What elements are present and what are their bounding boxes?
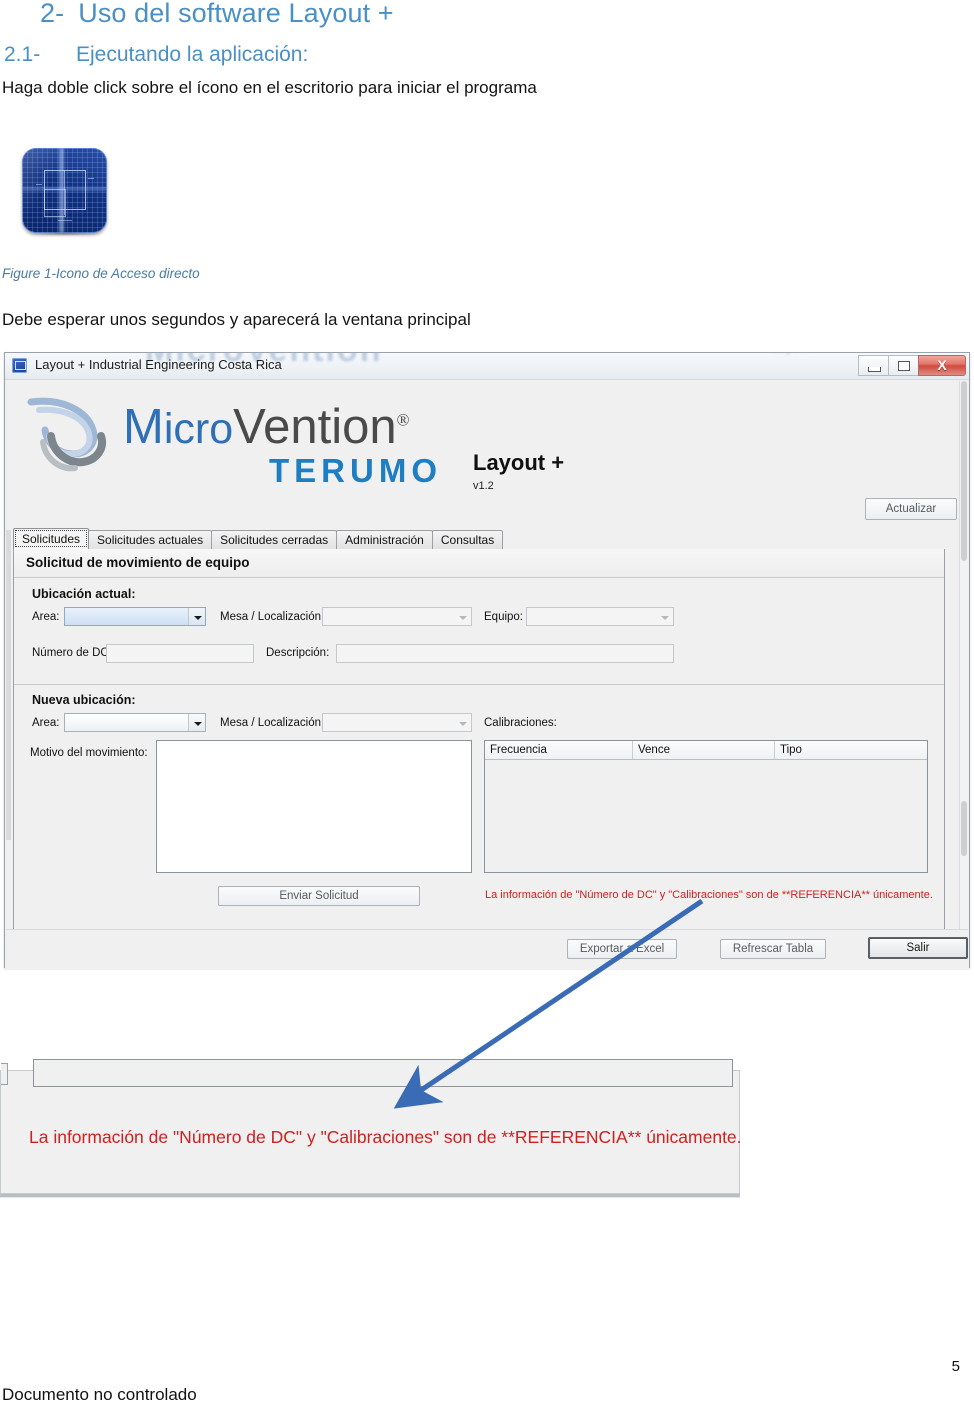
label-area-actual: Area:	[32, 611, 60, 623]
ubicacion-actual-title: Ubicación actual:	[32, 587, 136, 601]
mesa-actual-combobox[interactable]	[322, 607, 472, 626]
panel-header-label: Solicitud de movimiento de equipo	[26, 555, 250, 570]
left-rail	[6, 530, 11, 840]
brand-header: MicroVention® TERUMO Layout + v1.2	[11, 386, 957, 492]
tab-consultas[interactable]: Consultas	[431, 530, 504, 549]
mesa-nueva-combobox[interactable]	[322, 713, 472, 732]
page-number: 5	[951, 1358, 960, 1375]
close-icon: X	[937, 357, 947, 373]
app-window: MicroVention Layout + Layout + Industria…	[4, 352, 970, 969]
document-page: 2- Uso del software Layout + 2.1- Ejecutan…	[0, 0, 974, 1410]
microvention-wordmark: MicroVention®	[123, 403, 410, 453]
icon-drop-shadow	[26, 231, 104, 236]
chevron-down-icon[interactable]	[188, 714, 205, 731]
label-descripcion: Descripción:	[266, 647, 330, 659]
panel-header: Solicitud de movimiento de equipo	[14, 549, 944, 578]
reference-warning-text: La información de "Número de DC" y "Cali…	[485, 889, 933, 901]
icon-tick-bottom	[58, 220, 72, 221]
heading1-number: 2-	[40, 0, 65, 28]
figure-caption: Figure 1-Icono de Acceso directo	[2, 266, 200, 281]
chevron-down-icon[interactable]	[454, 714, 471, 731]
tab-bar: Solicitudes Solicitudes actuales Solicit…	[13, 528, 504, 549]
label-area-nueva: Area:	[32, 717, 60, 729]
section-heading: 2.1- Ejecutando la aplicación:	[4, 43, 308, 67]
brand-micro: icro	[163, 405, 234, 453]
window-titlebar: MicroVention Layout + Layout + Industria…	[5, 353, 969, 380]
motivo-textarea[interactable]	[156, 740, 472, 873]
microvention-logo-icon	[27, 397, 106, 472]
salir-button[interactable]: Salir	[868, 937, 968, 959]
document-footer: Documento no controlado	[2, 1385, 197, 1404]
column-tipo[interactable]: Tipo	[775, 741, 927, 759]
tab-solicitudes-actuales[interactable]: Solicitudes actuales	[88, 530, 213, 549]
solicitudes-panel: Solicitud de movimiento de equipo Ubicac…	[13, 549, 945, 932]
nueva-ubicacion-title: Nueva ubicación:	[32, 693, 136, 707]
refrescar-tabla-button[interactable]: Refrescar Tabla	[720, 939, 826, 959]
descripcion-input[interactable]	[336, 644, 674, 663]
minimize-button[interactable]	[858, 355, 888, 376]
area-nueva-combobox[interactable]	[64, 713, 206, 732]
ghost-app-text: Layout +	[770, 353, 824, 355]
callout-warning-text: La información de "Número de DC" y "Cali…	[29, 1127, 742, 1147]
heading2-text: Ejecutando la aplicación:	[76, 43, 309, 66]
registered-trademark-icon: ®	[396, 410, 410, 430]
brand-letter-m: M	[123, 400, 164, 454]
exportar-excel-button[interactable]: Exportar a Excel	[567, 939, 677, 959]
window-title: Layout + Industrial Engineering Costa Ri…	[35, 357, 282, 372]
paragraph-wait: Debe esperar unos segundos y aparecerá l…	[2, 310, 471, 329]
window-body: MicroVention® TERUMO Layout + v1.2 Actua…	[5, 380, 969, 969]
icon-tick-left	[36, 184, 42, 185]
calibraciones-table[interactable]: Frecuencia Vence Tipo	[484, 740, 928, 873]
label-calibraciones: Calibraciones:	[484, 717, 557, 729]
callout-bottom-border-light	[0, 1197, 740, 1198]
paragraph-intro: Haga doble click sobre el ícono en el es…	[2, 78, 537, 97]
numero-dc-input[interactable]	[106, 644, 254, 663]
page-title: 2- Uso del software Layout +	[40, 0, 394, 29]
group-ubicacion-actual: Ubicación actual: Area: Mesa / Localizac…	[14, 578, 944, 685]
enviar-solicitud-button[interactable]: Enviar Solicitud	[218, 886, 420, 906]
scrollbar-thumb-upper[interactable]	[961, 381, 967, 561]
tab-solicitudes[interactable]: Solicitudes	[13, 528, 90, 549]
window-app-icon	[12, 358, 27, 373]
callout-top-field-edge	[33, 1059, 733, 1087]
label-numero-dc: Número de DC:	[32, 647, 112, 659]
icon-blueprint-rect-inner	[44, 189, 66, 217]
maximize-button[interactable]	[888, 355, 918, 376]
tab-solicitudes-cerradas[interactable]: Solicitudes cerradas	[211, 530, 338, 549]
heading2-number: 2.1-	[4, 43, 41, 66]
close-button[interactable]: X	[918, 355, 966, 376]
window-controls: X	[858, 355, 966, 376]
callout-left-edge-stub	[1, 1063, 8, 1085]
brand-vention: Vention	[233, 400, 397, 454]
area-actual-combobox[interactable]	[64, 607, 206, 626]
scrollbar-thumb-lower[interactable]	[961, 801, 967, 856]
group-nueva-ubicacion: Nueva ubicación: Area: Mesa / Localizaci…	[14, 685, 944, 906]
zoom-callout-panel: La información de "Número de DC" y "Cali…	[0, 1059, 742, 1194]
terumo-wordmark: TERUMO	[269, 452, 442, 489]
actualizar-button[interactable]: Actualizar	[865, 498, 957, 520]
chevron-down-icon[interactable]	[454, 608, 471, 625]
heading1-text: Uso del software Layout +	[78, 0, 394, 28]
icon-blueprint-divider	[64, 170, 65, 215]
tab-administracion[interactable]: Administración	[336, 530, 433, 549]
app-version-label: v1.2	[473, 480, 494, 492]
label-mesa-nueva: Mesa / Localización:	[220, 717, 325, 729]
chevron-down-icon[interactable]	[188, 608, 205, 625]
window-vertical-scrollbar[interactable]	[959, 381, 968, 929]
label-mesa-actual: Mesa / Localización:	[220, 611, 325, 623]
equipo-combobox[interactable]	[526, 607, 674, 626]
app-name-label: Layout +	[473, 450, 565, 475]
layout-plus-shortcut-icon	[22, 148, 107, 233]
label-equipo: Equipo:	[484, 611, 524, 623]
chevron-down-icon[interactable]	[656, 608, 673, 625]
column-vence[interactable]: Vence	[633, 741, 775, 759]
icon-tick-right	[88, 178, 94, 179]
window-footer-bar: Exportar a Excel Refrescar Tabla Salir	[6, 929, 968, 968]
column-frecuencia[interactable]: Frecuencia	[485, 741, 633, 759]
label-motivo: Motivo del movimiento:	[30, 747, 148, 759]
calibraciones-table-header: Frecuencia Vence Tipo	[485, 741, 927, 760]
